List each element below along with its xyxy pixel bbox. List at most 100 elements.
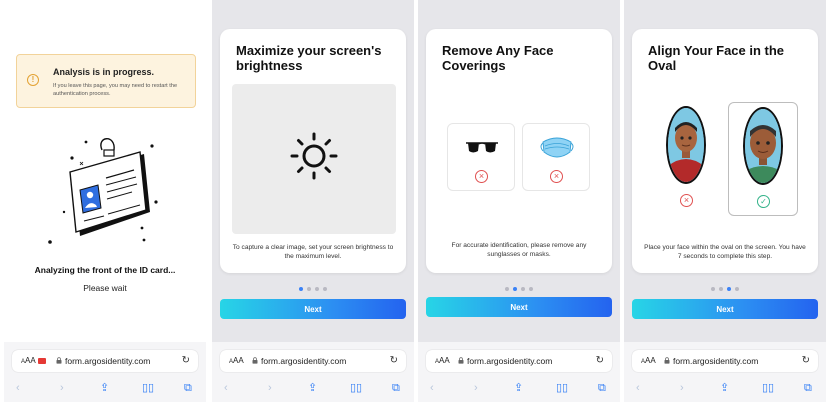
card-description: To capture a clear image, set your scree…	[232, 244, 394, 260]
back-icon[interactable]: ‹	[224, 382, 228, 394]
lock-icon	[664, 357, 670, 364]
page-dot	[711, 287, 715, 291]
back-icon[interactable]: ‹	[430, 382, 434, 394]
analyzing-status: Analyzing the front of the ID card...	[34, 265, 176, 275]
next-button[interactable]: Next	[220, 299, 406, 319]
x-circle-icon: ×	[550, 170, 563, 183]
correct-alignment-example: ✓	[728, 102, 798, 216]
avatar-wrong-icon	[668, 108, 704, 182]
x-circle-icon: ×	[475, 170, 488, 183]
page-dot	[529, 287, 533, 291]
face-oval	[666, 106, 706, 184]
screen-face-coverings: Remove Any Face Coverings × × For accura…	[418, 0, 620, 402]
please-wait-text: Please wait	[83, 283, 127, 293]
warning-text: If you leave this page, you may need to …	[53, 83, 178, 97]
tabs-icon[interactable]: ⧉	[184, 382, 192, 394]
warning-title: Analysis is in progress.	[53, 67, 155, 77]
page-dot	[735, 287, 739, 291]
next-button[interactable]: Next	[426, 297, 612, 317]
forward-icon[interactable]: ›	[60, 382, 64, 394]
address-bar[interactable]: AAA form.argosidentity.com ↻	[426, 350, 612, 372]
browser-toolbar: ‹ › ⇪ ▯▯ ⧉	[212, 380, 414, 398]
instruction-card: Align Your Face in the Oval × ✓ Place yo…	[632, 29, 818, 273]
back-icon[interactable]: ‹	[16, 382, 20, 394]
back-icon[interactable]: ‹	[636, 382, 640, 394]
browser-toolbar: ‹ › ⇪ ▯▯ ⧉	[4, 380, 206, 398]
check-circle-icon: ✓	[757, 195, 770, 208]
bookmarks-icon[interactable]: ▯▯	[350, 382, 362, 394]
reload-icon[interactable]: ↻	[390, 355, 398, 366]
text-size-button[interactable]: AAA	[229, 356, 244, 365]
screen-analyzing: ! Analysis is in progress. If you leave …	[4, 0, 206, 402]
wrong-alignment-example: ×	[652, 102, 722, 216]
browser-bar: AAA form.argosidentity.com ↻ ‹ › ⇪ ▯▯ ⧉	[624, 342, 826, 402]
lock-icon	[458, 357, 464, 364]
bookmarks-icon[interactable]: ▯▯	[762, 382, 774, 394]
url-text: form.argosidentity.com	[467, 356, 553, 366]
url-text: form.argosidentity.com	[65, 356, 151, 366]
card-description: For accurate identification, please remo…	[451, 242, 587, 258]
sun-icon	[290, 132, 338, 180]
instruction-card: Maximize your screen's brightness To cap…	[220, 29, 406, 273]
page-dot	[505, 287, 509, 291]
text-size-button[interactable]: AAA	[21, 356, 36, 365]
url-text: form.argosidentity.com	[261, 356, 347, 366]
text-size-button[interactable]: AAA	[641, 356, 656, 365]
card-title: Remove Any Face Coverings	[442, 43, 554, 73]
browser-toolbar: ‹ › ⇪ ▯▯ ⧉	[624, 380, 826, 398]
tabs-icon[interactable]: ⧉	[392, 382, 400, 394]
reload-icon[interactable]: ↻	[802, 355, 810, 366]
page-dot	[323, 287, 327, 291]
lock-icon	[252, 357, 258, 364]
card-description: Place your face within the oval on the s…	[644, 244, 806, 260]
pagination-dots	[212, 287, 414, 291]
x-circle-icon: ×	[680, 194, 693, 207]
instruction-card: Remove Any Face Coverings × × For accura…	[426, 29, 612, 273]
page-dot	[727, 287, 731, 291]
bookmarks-icon[interactable]: ▯▯	[142, 382, 154, 394]
reload-icon[interactable]: ↻	[596, 355, 604, 366]
page-dot	[307, 287, 311, 291]
id-card-illustration	[48, 138, 158, 244]
pagination-dots	[418, 287, 620, 291]
browser-toolbar: ‹ › ⇪ ▯▯ ⧉	[418, 380, 620, 398]
tabs-icon[interactable]: ⧉	[804, 382, 812, 394]
share-icon[interactable]: ⇪	[308, 382, 317, 394]
warning-circle-icon: !	[27, 74, 39, 86]
browser-bar: AAA form.argosidentity.com ↻ ‹ › ⇪ ▯▯ ⧉	[4, 342, 206, 402]
camera-indicator-icon	[38, 358, 46, 364]
reload-icon[interactable]: ↻	[182, 355, 190, 366]
mask-box: ×	[522, 123, 590, 191]
forward-icon[interactable]: ›	[268, 382, 272, 394]
brightness-illustration	[232, 84, 396, 234]
url-text: form.argosidentity.com	[673, 356, 759, 366]
bookmarks-icon[interactable]: ▯▯	[556, 382, 568, 394]
warning-banner: ! Analysis is in progress. If you leave …	[16, 54, 196, 108]
forward-icon[interactable]: ›	[680, 382, 684, 394]
face-oval	[743, 107, 783, 185]
share-icon[interactable]: ⇪	[720, 382, 729, 394]
page-dot	[315, 287, 319, 291]
page-dot	[299, 287, 303, 291]
browser-bar: AAA form.argosidentity.com ↻ ‹ › ⇪ ▯▯ ⧉	[212, 342, 414, 402]
face-mask-icon	[540, 137, 574, 158]
browser-bar: AAA form.argosidentity.com ↻ ‹ › ⇪ ▯▯ ⧉	[418, 342, 620, 402]
share-icon[interactable]: ⇪	[514, 382, 523, 394]
address-bar[interactable]: AAA form.argosidentity.com ↻	[12, 350, 198, 372]
screen-brightness: Maximize your screen's brightness To cap…	[212, 0, 414, 402]
text-size-button[interactable]: AAA	[435, 356, 450, 365]
lock-icon	[56, 357, 62, 364]
address-bar[interactable]: AAA form.argosidentity.com ↻	[632, 350, 818, 372]
avatar-correct-icon	[745, 109, 781, 183]
sunglasses-icon	[466, 142, 498, 153]
share-icon[interactable]: ⇪	[100, 382, 109, 394]
page-dot	[513, 287, 517, 291]
next-button[interactable]: Next	[632, 299, 818, 319]
page-dot	[719, 287, 723, 291]
screen-align-face: Align Your Face in the Oval × ✓ Place yo…	[624, 0, 826, 402]
sunglasses-box: ×	[447, 123, 515, 191]
forward-icon[interactable]: ›	[474, 382, 478, 394]
tabs-icon[interactable]: ⧉	[598, 382, 606, 394]
address-bar[interactable]: AAA form.argosidentity.com ↻	[220, 350, 406, 372]
card-title: Maximize your screen's brightness	[236, 43, 382, 73]
